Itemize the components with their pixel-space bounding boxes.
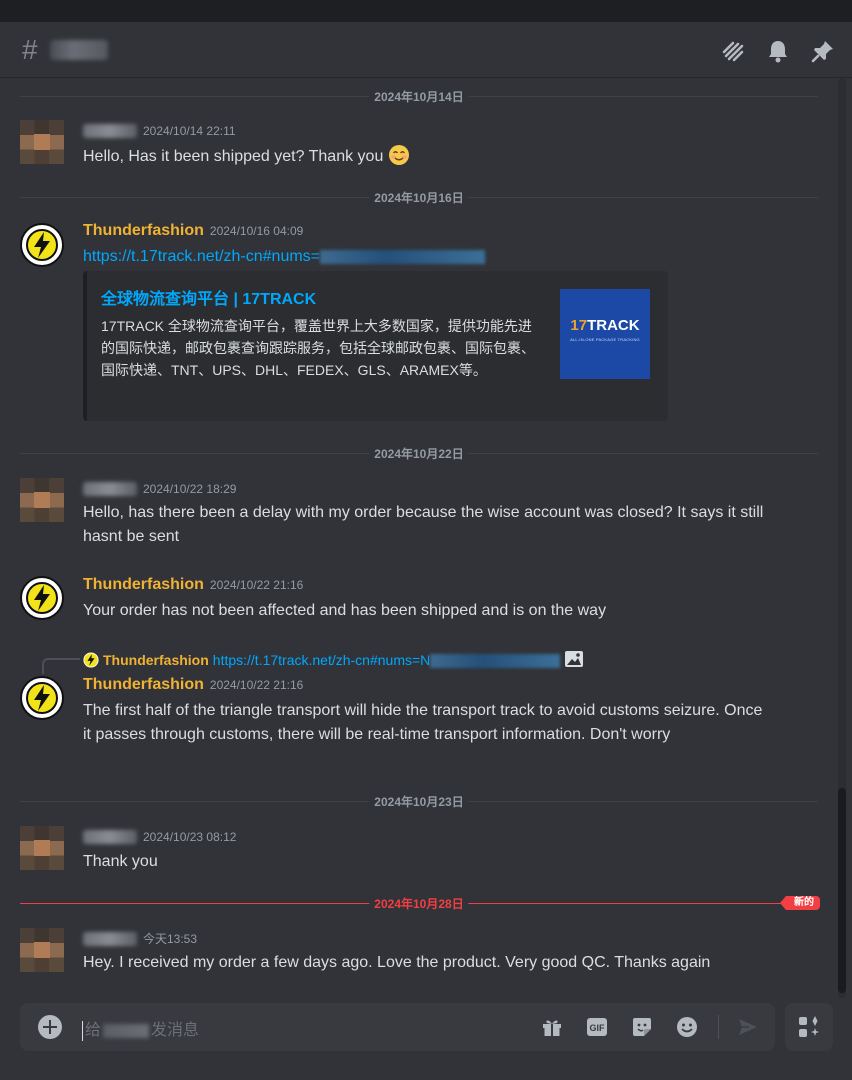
avatar[interactable]	[20, 478, 64, 522]
placeholder-end: 发消息	[151, 1022, 200, 1039]
reply-username: Thunderfashion	[103, 652, 209, 668]
new-messages-divider: 2024年10月28日 新的	[20, 895, 820, 912]
tracking-link[interactable]: https://t.17track.net/zh-cn#nums=	[83, 248, 320, 265]
apps-icon	[799, 1016, 819, 1037]
17track-logo: 17TRACK	[570, 317, 640, 334]
date-divider: 2024年10月23日	[20, 793, 818, 810]
embed-thumbnail[interactable]: 17TRACK ALL-IN-ONE PACKAGE TRACKING	[560, 289, 650, 379]
message-timestamp: 2024/10/22 21:16	[209, 678, 304, 692]
embed-title[interactable]: 全球物流查询平台 | 17TRACK	[101, 285, 316, 309]
date-divider: 2024年10月14日	[20, 88, 818, 105]
gif-icon[interactable]: GIF	[585, 1015, 609, 1039]
message-header: 今天13:53	[83, 930, 197, 948]
window-bottom-strip	[0, 1068, 852, 1080]
pinned-messages-icon[interactable]	[810, 38, 836, 64]
notification-bell-icon[interactable]	[765, 38, 791, 64]
message-timestamp: 2024/10/22 18:29	[143, 482, 237, 496]
message-list: 2024年10月14日 2024/10/14 22:11 Hello, Has …	[0, 78, 840, 998]
reply-link: https://t.17track.net/zh-cn#nums=N	[212, 652, 431, 668]
redacted-number	[320, 249, 486, 264]
reply-preview[interactable]: Thunderfashion https://t.17track.net/zh-c…	[83, 650, 584, 669]
date-divider: 2024年10月16日	[20, 189, 818, 206]
message-composer[interactable]: 给 发消息 GIF	[20, 1003, 775, 1051]
new-badge: 新的	[780, 896, 820, 910]
date-divider-label: 2024年10月23日	[369, 793, 469, 810]
message-text: Thank you	[83, 853, 158, 870]
avatar[interactable]	[20, 223, 64, 267]
channel-header: #	[0, 22, 852, 78]
sticker-icon[interactable]	[630, 1015, 654, 1039]
message-timestamp: 2024/10/22 21:16	[209, 578, 304, 592]
avatar[interactable]	[20, 576, 64, 620]
message-text: Hello, has there been a delay with my or…	[83, 504, 764, 545]
date-divider-label: 2024年10月22日	[369, 445, 469, 462]
embed-description: 17TRACK 全球物流查询平台，覆盖世界上大多数国家，提供功能先进的国际快递，…	[101, 318, 535, 378]
lightning-bolt-icon	[26, 229, 58, 261]
svg-text:GIF: GIF	[590, 1023, 606, 1033]
apps-button[interactable]	[785, 1003, 833, 1051]
avatar[interactable]	[20, 928, 64, 972]
channel-name-redacted	[50, 40, 108, 60]
attach-plus-icon[interactable]	[38, 1015, 62, 1039]
message-header: 2024/10/22 18:29	[83, 480, 236, 498]
scrollbar-thumb[interactable]	[838, 788, 846, 993]
username[interactable]: Thunderfashion	[83, 576, 204, 593]
username[interactable]: Thunderfashion	[83, 222, 204, 239]
username-redacted[interactable]	[83, 931, 137, 946]
gift-icon[interactable]	[540, 1015, 564, 1039]
send-icon[interactable]	[736, 1015, 760, 1039]
placeholder-redacted	[103, 1023, 150, 1038]
message-timestamp: 今天13:53	[143, 932, 198, 946]
image-attachment-icon	[565, 651, 584, 667]
message-text: The first half of the triangle transport…	[83, 702, 763, 743]
username-redacted[interactable]	[83, 481, 137, 496]
threads-icon[interactable]	[720, 38, 746, 64]
reply-connector	[42, 658, 80, 674]
message-header: 2024/10/23 08:12	[83, 828, 236, 846]
message-text: Hey. I received my order a few days ago.…	[83, 954, 711, 971]
message-header: Thunderfashion 2024/10/22 21:16	[83, 676, 303, 694]
date-divider-label: 2024年10月28日	[369, 895, 469, 912]
logo-tagline: ALL-IN-ONE PACKAGE TRACKING	[570, 337, 640, 342]
channel-hash-icon: #	[22, 34, 38, 65]
redacted-number	[430, 654, 561, 669]
avatar[interactable]	[20, 120, 64, 164]
username[interactable]: Thunderfashion	[83, 676, 204, 693]
date-divider-label: 2024年10月14日	[369, 88, 469, 105]
date-divider: 2024年10月22日	[20, 445, 818, 462]
username-redacted[interactable]	[83, 829, 137, 844]
message-input[interactable]: 给 发消息	[82, 1016, 199, 1041]
window-top-strip	[0, 0, 852, 22]
message-timestamp: 2024/10/16 04:09	[209, 224, 304, 238]
message-body: Hello, Has it been shipped yet? Thank yo…	[83, 148, 384, 165]
message-timestamp: 2024/10/14 22:11	[143, 124, 236, 138]
message-header: Thunderfashion 2024/10/22 21:16	[83, 576, 303, 594]
emoji-icon[interactable]	[675, 1015, 699, 1039]
reply-avatar-icon	[83, 652, 99, 668]
avatar[interactable]	[20, 676, 64, 720]
placeholder-start: 给	[85, 1022, 102, 1039]
message-text: Your order has not been affected and has…	[83, 602, 607, 619]
avatar[interactable]	[20, 826, 64, 870]
message-timestamp: 2024/10/23 08:12	[143, 830, 237, 844]
link-embed: 全球物流查询平台 | 17TRACK 17TRACK 全球物流查询平台，覆盖世界…	[83, 271, 668, 421]
lightning-bolt-icon	[26, 582, 58, 614]
username-redacted[interactable]	[83, 123, 137, 138]
message-text: Hello, Has it been shipped yet? Thank yo…	[83, 144, 773, 169]
message-header: 2024/10/14 22:11	[83, 122, 236, 140]
message-header: Thunderfashion 2024/10/16 04:09	[83, 222, 303, 240]
smiling-face-emoji-icon	[388, 145, 409, 165]
text-caret	[82, 1020, 83, 1041]
date-divider-label: 2024年10月16日	[369, 189, 469, 206]
message-text: https://t.17track.net/zh-cn#nums=	[83, 245, 773, 269]
lightning-bolt-icon	[26, 682, 58, 714]
composer-separator	[718, 1015, 719, 1039]
